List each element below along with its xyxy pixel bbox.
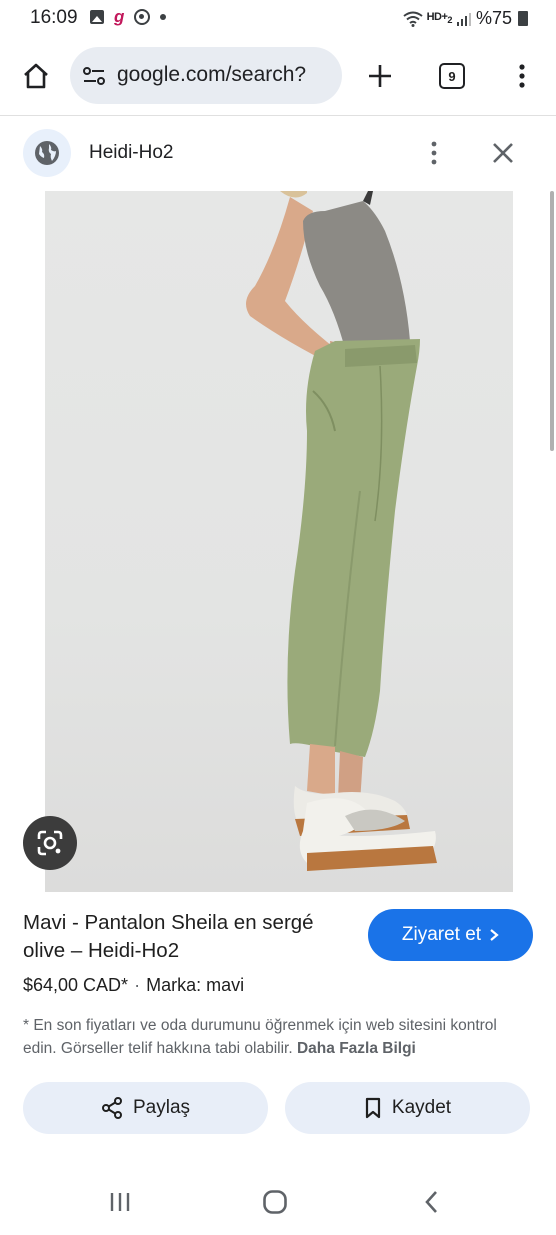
- tabs-icon: 9: [439, 63, 465, 89]
- address-bar[interactable]: google.com/search?: [70, 47, 342, 104]
- visit-button[interactable]: Ziyaret et: [368, 909, 533, 961]
- lens-icon: [37, 830, 63, 856]
- battery-icon: [518, 11, 528, 26]
- browser-menu-button[interactable]: [500, 54, 544, 98]
- image-viewer[interactable]: [0, 191, 556, 892]
- bookmark-icon: [365, 1097, 381, 1119]
- sync-icon: [134, 9, 151, 25]
- gallery-icon: [90, 10, 104, 24]
- notification-icons: g: [90, 7, 167, 26]
- chevron-right-icon: [490, 929, 499, 941]
- price-separator: ·: [134, 975, 141, 995]
- wifi-icon: [402, 11, 423, 27]
- google-lens-button[interactable]: [23, 816, 77, 870]
- status-bar: 16:09 g HD+2 %75: [0, 0, 556, 36]
- battery-percent: %75: [475, 8, 512, 28]
- home-circle-icon: [263, 1190, 287, 1214]
- network-type: HD+2: [426, 11, 453, 26]
- system-icons: HD+2 %75: [402, 8, 528, 29]
- brand: Marka: mavi: [146, 975, 245, 995]
- save-button[interactable]: Kaydet: [285, 1082, 530, 1134]
- site-name: Heidi-Ho2: [89, 142, 174, 163]
- back-icon: [425, 1191, 437, 1213]
- disclaimer: * En son fiyatları ve oda durumunu öğren…: [23, 1014, 523, 1060]
- recent-apps-button[interactable]: [100, 1182, 140, 1222]
- site-header: Heidi-Ho2: [0, 116, 556, 191]
- back-button[interactable]: [412, 1182, 452, 1222]
- home-button[interactable]: [14, 54, 58, 98]
- status-time: 16:09: [30, 7, 78, 28]
- url-text: google.com/search?: [117, 63, 307, 86]
- model-illustration: [246, 191, 437, 871]
- share-icon: [101, 1097, 122, 1119]
- dot-icon: [160, 14, 167, 20]
- price-row: $64,00 CAD* · Marka: mavi: [23, 975, 244, 996]
- g-app-icon: g: [114, 7, 125, 26]
- recent-apps-icon: [110, 1193, 130, 1211]
- home-icon: [24, 63, 48, 89]
- new-tab-button[interactable]: [358, 54, 402, 98]
- product-image[interactable]: [45, 191, 513, 892]
- signal-icon: [456, 12, 471, 26]
- disclaimer-text: * En son fiyatları ve oda durumunu öğren…: [23, 1017, 497, 1057]
- site-favicon: [23, 129, 71, 177]
- visit-label: Ziyaret et: [401, 924, 482, 945]
- product-title[interactable]: Mavi - Pantalon Sheila en sergé olive – …: [23, 909, 343, 965]
- more-vert-icon: [519, 64, 525, 88]
- browser-toolbar: google.com/search? 9: [0, 36, 556, 116]
- scrollbar[interactable]: [550, 191, 554, 451]
- more-vert-icon: [431, 141, 437, 165]
- home-nav-button[interactable]: [255, 1182, 295, 1222]
- close-icon: [493, 143, 513, 163]
- save-label: Kaydet: [391, 1097, 452, 1118]
- site-more-button[interactable]: [415, 134, 453, 172]
- more-info-link[interactable]: Daha Fazla Bilgi: [297, 1040, 416, 1057]
- tab-switcher-button[interactable]: 9: [430, 54, 474, 98]
- price: $64,00 CAD*: [23, 975, 129, 995]
- close-button[interactable]: [484, 134, 522, 172]
- site-settings-icon[interactable]: [82, 65, 106, 87]
- share-label: Paylaş: [132, 1097, 191, 1118]
- share-button[interactable]: Paylaş: [23, 1082, 268, 1134]
- system-nav-bar: [0, 1160, 556, 1235]
- tab-count: 9: [448, 68, 456, 84]
- globe-icon: [35, 141, 59, 165]
- plus-icon: [369, 65, 391, 87]
